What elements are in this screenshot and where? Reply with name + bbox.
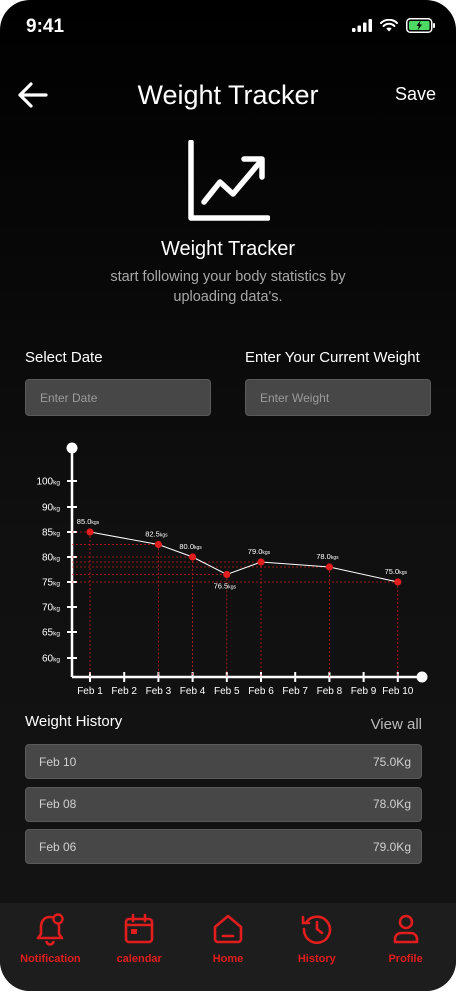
y-tick-label: 90kg (42, 503, 60, 514)
data-label: 76.5kgs (214, 582, 237, 591)
wifi-icon (380, 19, 398, 32)
history-list: Feb 10 75.0Kg Feb 08 78.0Kg Feb 06 79.0K… (25, 744, 422, 872)
date-input[interactable] (25, 379, 211, 416)
data-point (325, 563, 333, 571)
history-weight: 79.0Kg (372, 839, 411, 854)
nav-item-profile[interactable]: Profile (364, 911, 448, 991)
nav-label: calendar (116, 953, 162, 965)
y-tick-label: 65kg (42, 628, 60, 639)
x-tick-label: Feb 3 (146, 686, 172, 697)
view-all-link[interactable]: View all (371, 716, 422, 733)
bottom-nav: Notification calendar Home History Profi… (0, 903, 456, 991)
save-button[interactable]: Save (395, 84, 436, 105)
x-tick-label: Feb 8 (317, 686, 343, 697)
x-axis-end-dot (416, 671, 428, 683)
status-bar: 9:41 (0, 0, 456, 50)
nav-label: Profile (388, 953, 423, 965)
date-label: Select Date (25, 349, 103, 366)
chart-trend-icon (188, 140, 270, 221)
history-date: Feb 08 (39, 797, 77, 811)
history-weight: 75.0Kg (372, 754, 411, 769)
y-tick-label: 75kg (42, 578, 60, 589)
header: Weight Tracker Save (0, 70, 456, 122)
x-tick-label: Feb 4 (180, 686, 206, 697)
history-title: Weight History (25, 713, 123, 730)
hero-subtitle: start following your body statistics by … (110, 269, 346, 305)
data-label: 79.0kgs (248, 547, 271, 556)
y-axis-end-dot (66, 442, 78, 454)
nav-label: Notification (20, 953, 81, 965)
data-label: 82.5kgs (145, 530, 168, 539)
status-time: 9:41 (26, 16, 65, 37)
data-label: 78.0kgs (316, 552, 339, 561)
data-point (223, 570, 231, 579)
hero-title: Weight Tracker (160, 238, 296, 260)
nav-item-home[interactable]: Home (186, 911, 270, 991)
weight-label: Enter Your Current Weight (245, 349, 420, 366)
y-tick-label: 100kg (36, 477, 60, 488)
history-row[interactable]: Feb 10 75.0Kg (25, 744, 422, 779)
data-point (189, 553, 197, 561)
data-label: 85.0kgs (77, 517, 100, 526)
history-date: Feb 10 (39, 754, 77, 769)
history-weight: 78.0Kg (372, 797, 411, 811)
x-tick-label: Feb 6 (248, 686, 274, 697)
data-label: 75.0kgs (385, 567, 408, 576)
page-title: Weight Tracker (137, 80, 319, 110)
x-tick-label: Feb 9 (351, 686, 377, 697)
phone-screen: 9:41 Weight Tracker Save Weight Tracker … (0, 0, 456, 991)
x-tick-label: Feb 7 (282, 686, 308, 697)
y-tick-label: 60kg (42, 654, 60, 665)
history-icon (301, 915, 332, 944)
data-point (86, 528, 94, 536)
x-tick-label: Feb 1 (77, 686, 103, 697)
nav-item-history[interactable]: History (275, 911, 359, 991)
x-tick-label: Feb 10 (382, 686, 414, 697)
data-point (257, 558, 265, 566)
weight-input[interactable] (245, 379, 431, 416)
y-tick-label: 70kg (42, 603, 60, 614)
bell-icon (37, 913, 65, 946)
weight-chart: 60kg 65kg 70kg 75kg 80kg 85kg 90kg 100kg Feb 1 Fe… (36, 442, 428, 697)
signal-icon (352, 19, 372, 32)
nav-label: Home (212, 953, 244, 965)
history-date: Feb 06 (39, 839, 77, 854)
nav-label: History (297, 953, 336, 965)
data-point (394, 578, 402, 586)
y-tick-label: 85kg (42, 528, 60, 539)
home-icon (213, 914, 243, 944)
history-row[interactable]: Feb 08 78.0Kg (25, 786, 422, 822)
x-tick-label: Feb 5 (214, 686, 240, 697)
x-tick-label: Feb 2 (111, 686, 137, 697)
nav-item-calendar[interactable]: calendar (97, 911, 181, 991)
data-label: 80.0kgs (179, 542, 202, 551)
calendar-icon (124, 913, 154, 944)
battery-icon (406, 18, 435, 33)
y-tick-label: 80kg (42, 553, 60, 564)
history-row[interactable]: Feb 06 79.0Kg (25, 829, 422, 864)
profile-icon (393, 914, 418, 944)
data-point (154, 540, 162, 549)
status-icons (352, 18, 436, 33)
nav-item-notification[interactable]: Notification (8, 911, 92, 991)
